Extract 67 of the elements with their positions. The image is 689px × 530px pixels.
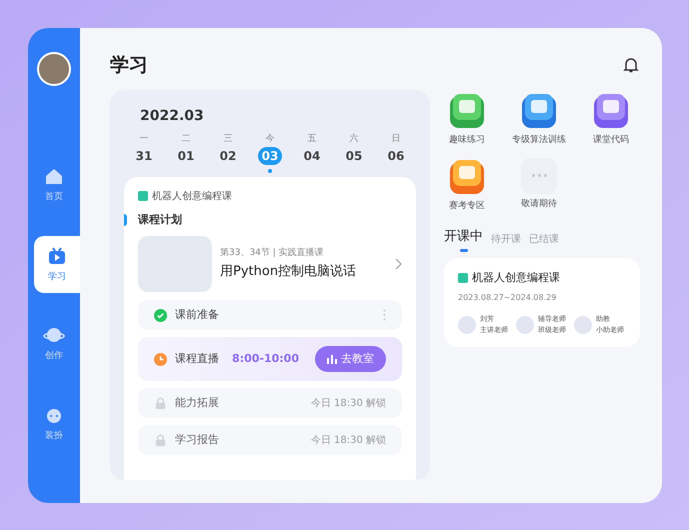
nav-label: 装扮 <box>45 430 63 442</box>
course-name: 机器人创意编程课 <box>152 190 232 204</box>
lesson-title: 用Python控制电脑说话 <box>220 263 358 281</box>
day-item[interactable]: 二 01 <box>174 133 198 172</box>
clock-icon <box>154 352 167 366</box>
nav-item[interactable]: 学习 <box>34 236 80 293</box>
nav-label: 学习 <box>48 270 66 284</box>
month-label: 2022.03 <box>139 107 205 126</box>
app-label: 专级算法训练 <box>512 134 566 147</box>
course-icon <box>458 272 468 283</box>
live-time: 8:00-10:00 <box>232 350 299 367</box>
class-dates: 2023.08.27~2024.08.29 <box>458 292 558 304</box>
day-item[interactable]: 五 04 <box>300 133 324 172</box>
lock-icon <box>154 396 167 410</box>
nav-item[interactable]: 装扮 <box>28 394 80 452</box>
step-label: 课前准备 <box>175 306 219 323</box>
chart-icon <box>327 354 337 364</box>
weekday-label: 一 <box>140 133 148 146</box>
weekday-label: 今 <box>266 133 274 146</box>
nav-item[interactable]: 首页 <box>28 156 80 214</box>
chevron-right-icon[interactable] <box>394 258 402 270</box>
day-number: 03 <box>258 146 282 164</box>
weekday-label: 六 <box>350 133 358 146</box>
app-label: 赛考专区 <box>449 200 485 212</box>
step-label: 能力拓展 <box>175 394 219 411</box>
step-label: 课程直播 <box>175 350 219 367</box>
course-tab[interactable]: 待开课 <box>491 232 521 252</box>
unlock-time: 今日 18:30 解锁 <box>310 434 386 448</box>
course-tab[interactable]: 已结课 <box>529 232 559 252</box>
day-number: 01 <box>176 148 196 164</box>
check-icon <box>154 308 167 322</box>
teacher-avatar <box>574 316 592 334</box>
step-label: 学习报告 <box>175 432 219 448</box>
more-icon <box>383 309 386 321</box>
teacher-avatar <box>458 316 476 334</box>
class-title: 机器人创意编程课 <box>472 270 560 286</box>
app-label: 课堂代码 <box>593 134 629 147</box>
nav-label: 首页 <box>45 191 63 204</box>
teacher-avatar <box>516 316 534 334</box>
day-item[interactable]: 今 03 <box>258 133 282 172</box>
weekday-label: 三 <box>224 133 232 146</box>
weekday-label: 五 <box>308 133 316 146</box>
weekday-label: 日 <box>392 133 400 146</box>
avatar <box>37 52 71 86</box>
page-title: 学习 <box>110 52 148 78</box>
day-number: 06 <box>386 148 406 164</box>
nav-label: 创作 <box>45 350 63 363</box>
app-label: 趣味练习 <box>449 134 485 147</box>
unlock-time: 今日 18:30 解锁 <box>310 396 386 410</box>
course-tab[interactable]: 开课中 <box>444 227 483 252</box>
lesson-meta: 第33、34节 | 实践直播课 <box>220 246 325 260</box>
course-icon <box>138 191 148 201</box>
day-number: 31 <box>134 148 154 164</box>
section-title: 课程计划 <box>138 212 182 228</box>
app-label: 敬请期待 <box>521 198 557 210</box>
day-number: 02 <box>218 148 238 164</box>
day-item[interactable]: 日 06 <box>384 133 408 172</box>
day-number: 04 <box>302 148 322 164</box>
day-item[interactable]: 一 31 <box>132 133 156 172</box>
day-number: 05 <box>344 148 364 164</box>
bell-icon[interactable] <box>622 56 640 74</box>
day-item[interactable]: 六 05 <box>342 133 366 172</box>
lock-icon <box>154 434 167 446</box>
nav-item[interactable]: 创作 <box>28 315 80 372</box>
enter-classroom-button[interactable]: 去教室 <box>315 346 386 372</box>
day-item[interactable]: 三 02 <box>216 133 240 172</box>
weekday-label: 二 <box>182 133 190 146</box>
